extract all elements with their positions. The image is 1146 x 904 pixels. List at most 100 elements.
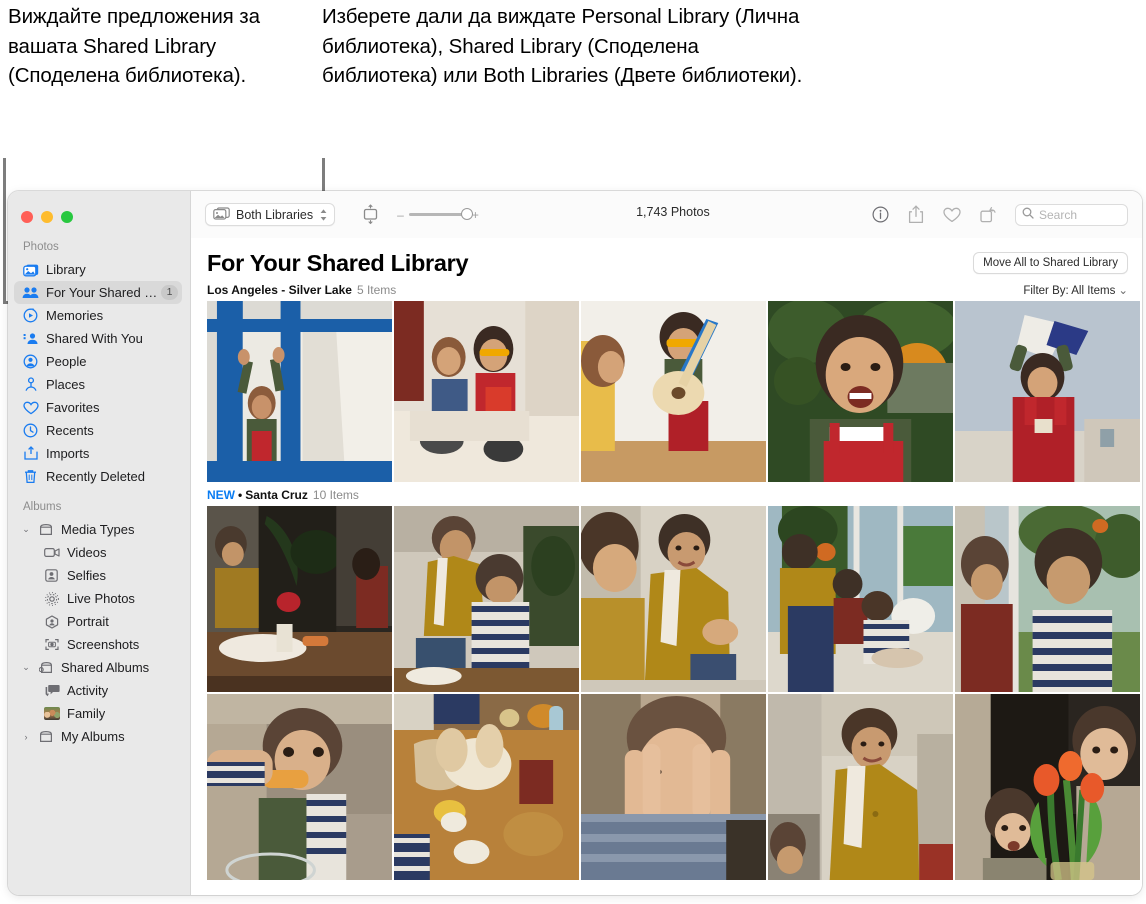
sidebar-item-label: Activity bbox=[67, 683, 109, 698]
sidebar-item-selfies[interactable]: Selfies bbox=[14, 564, 182, 587]
info-icon[interactable] bbox=[867, 203, 893, 227]
photo-child-with-paper-megaphone[interactable] bbox=[955, 301, 1140, 482]
group-separator: • bbox=[238, 488, 243, 502]
filter-by-dropdown[interactable]: Filter By: All Items ⌄ bbox=[1023, 283, 1128, 297]
photo-grid-row bbox=[191, 506, 1142, 692]
page-header: For Your Shared Library Move All to Shar… bbox=[191, 238, 1142, 277]
sidebar-item-portrait[interactable]: Portrait bbox=[14, 610, 182, 633]
selfie-icon bbox=[43, 567, 60, 584]
sidebar-item-label: Videos bbox=[67, 545, 107, 560]
map-pin-icon bbox=[22, 376, 39, 393]
sidebar-item-family[interactable]: Family bbox=[14, 702, 182, 725]
import-arrow-icon bbox=[22, 445, 39, 462]
group-count: 10 Items bbox=[312, 488, 359, 502]
group-header-los-angeles: Los Angeles - Silver Lake 5 Items Filter… bbox=[191, 277, 1142, 301]
photo-family-by-the-window[interactable] bbox=[768, 506, 953, 692]
sidebar-item-badge: 1 bbox=[161, 285, 178, 300]
activity-bubble-icon bbox=[43, 682, 60, 699]
photo-child-at-blue-window[interactable] bbox=[207, 301, 392, 482]
photo-laughing-child-outdoors[interactable] bbox=[768, 301, 953, 482]
photo-two-boys-at-window[interactable] bbox=[955, 506, 1140, 692]
zoom-button[interactable] bbox=[61, 210, 73, 223]
window-traffic-lights[interactable] bbox=[8, 200, 190, 228]
sidebar-item-live-photos[interactable]: Live Photos bbox=[14, 587, 182, 610]
sidebar-item-my-albums[interactable]: › My Albums bbox=[14, 725, 182, 748]
page-title: For Your Shared Library bbox=[207, 250, 469, 276]
sidebar-item-shared-with-you[interactable]: Shared With You bbox=[14, 327, 182, 350]
photo-mother-and-child-baking[interactable] bbox=[394, 506, 579, 692]
photo-child-drinking-juice[interactable] bbox=[207, 694, 392, 880]
library-filter-dropdown[interactable]: Both Libraries bbox=[205, 203, 336, 226]
sidebar-item-imports[interactable]: Imports bbox=[14, 442, 182, 465]
group-title: Los Angeles - Silver Lake bbox=[207, 283, 352, 297]
people-two-icon bbox=[22, 284, 39, 301]
minimize-button[interactable] bbox=[41, 210, 53, 223]
sidebar-section-photos-header: Photos bbox=[23, 241, 59, 253]
heart-icon bbox=[22, 399, 39, 416]
portrait-icon bbox=[43, 613, 60, 630]
photo-two-kids-on-bed[interactable] bbox=[394, 301, 579, 482]
group-header-santa-cruz: NEW • Santa Cruz 10 Items bbox=[191, 482, 1142, 506]
sidebar-item-label: Favorites bbox=[46, 400, 100, 415]
chevron-down-icon[interactable]: ⌄ bbox=[21, 662, 31, 673]
zoom-slider-track[interactable] bbox=[408, 208, 473, 221]
search-placeholder: Search bbox=[1039, 207, 1078, 222]
zoom-in-label[interactable]: + bbox=[472, 208, 479, 222]
sidebar-item-label: Recently Deleted bbox=[46, 469, 145, 484]
main-area: Both Libraries – + 1,743 Photos Search F… bbox=[191, 191, 1142, 895]
sidebar-item-recents[interactable]: Recents bbox=[14, 419, 182, 442]
aspect-ratio-icon[interactable] bbox=[357, 203, 383, 227]
sidebar-item-label: Family bbox=[67, 706, 106, 721]
sidebar-item-for-your-shared-library[interactable]: For Your Shared Library 1 bbox=[14, 281, 182, 304]
sidebar-item-memories[interactable]: Memories bbox=[14, 304, 182, 327]
sidebar-section-albums-header: Albums bbox=[23, 501, 62, 513]
rotate-icon[interactable] bbox=[975, 203, 1001, 227]
photo-mother-laughing-flour[interactable] bbox=[581, 506, 766, 692]
zoom-out-label[interactable]: – bbox=[397, 208, 404, 222]
trash-icon bbox=[22, 468, 39, 485]
sidebar-item-library[interactable]: Library bbox=[14, 258, 182, 281]
sidebar-item-media-types[interactable]: ⌄ Media Types bbox=[14, 518, 182, 541]
sidebar-item-label: Shared With You bbox=[46, 331, 143, 346]
group-count: 5 Items bbox=[356, 283, 397, 297]
share-icon[interactable] bbox=[903, 203, 929, 227]
annotation-right: Изберете дали да виждате Personal Librar… bbox=[322, 5, 803, 87]
chevron-down-icon[interactable]: ⌄ bbox=[21, 524, 31, 535]
annotation-left: Виждайте предложения за вашата Shared Li… bbox=[8, 5, 260, 87]
search-field[interactable]: Search bbox=[1015, 203, 1128, 226]
sidebar-item-label: Imports bbox=[46, 446, 90, 461]
chevron-right-icon[interactable]: › bbox=[21, 732, 31, 742]
zoom-slider[interactable]: – + bbox=[397, 208, 479, 222]
photo-child-floury-face[interactable] bbox=[581, 694, 766, 880]
person-circle-icon bbox=[22, 353, 39, 370]
sidebar-item-activity[interactable]: Activity bbox=[14, 679, 182, 702]
photo-child-playing-guitar[interactable] bbox=[581, 301, 766, 482]
leader-line-left-vertical bbox=[3, 158, 6, 304]
shared-album-icon bbox=[37, 659, 54, 676]
favorite-heart-icon[interactable] bbox=[939, 203, 965, 227]
album-box-icon bbox=[37, 728, 54, 745]
photos-stack-icon bbox=[213, 206, 230, 223]
zoom-slider-knob[interactable] bbox=[460, 208, 473, 221]
sidebar-item-label: Shared Albums bbox=[61, 660, 150, 675]
photo-hands-kneading-dough[interactable] bbox=[394, 694, 579, 880]
sidebar-item-places[interactable]: Places bbox=[14, 373, 182, 396]
move-all-to-shared-library-button[interactable]: Move All to Shared Library bbox=[973, 252, 1128, 274]
sidebar-item-favorites[interactable]: Favorites bbox=[14, 396, 182, 419]
sidebar-item-videos[interactable]: Videos bbox=[14, 541, 182, 564]
sidebar-item-label: Portrait bbox=[67, 614, 109, 629]
photo-kitchen-table-baking[interactable] bbox=[207, 506, 392, 692]
screenshot-icon bbox=[43, 636, 60, 653]
sidebar-item-people[interactable]: People bbox=[14, 350, 182, 373]
close-button[interactable] bbox=[21, 210, 33, 223]
chevron-up-down-icon[interactable] bbox=[319, 208, 328, 222]
library-filter-label: Both Libraries bbox=[236, 207, 314, 222]
sidebar-item-screenshots[interactable]: Screenshots bbox=[14, 633, 182, 656]
sidebar-item-shared-albums[interactable]: ⌄ Shared Albums bbox=[14, 656, 182, 679]
photo-baby-with-tulips[interactable] bbox=[955, 694, 1140, 880]
photo-count: 1,743 Photos bbox=[636, 204, 710, 219]
content-area: For Your Shared Library Move All to Shar… bbox=[191, 238, 1142, 895]
photo-mother-smiling-kitchen[interactable] bbox=[768, 694, 953, 880]
sidebar-item-recently-deleted[interactable]: Recently Deleted bbox=[14, 465, 182, 488]
photos-library-icon bbox=[22, 261, 39, 278]
